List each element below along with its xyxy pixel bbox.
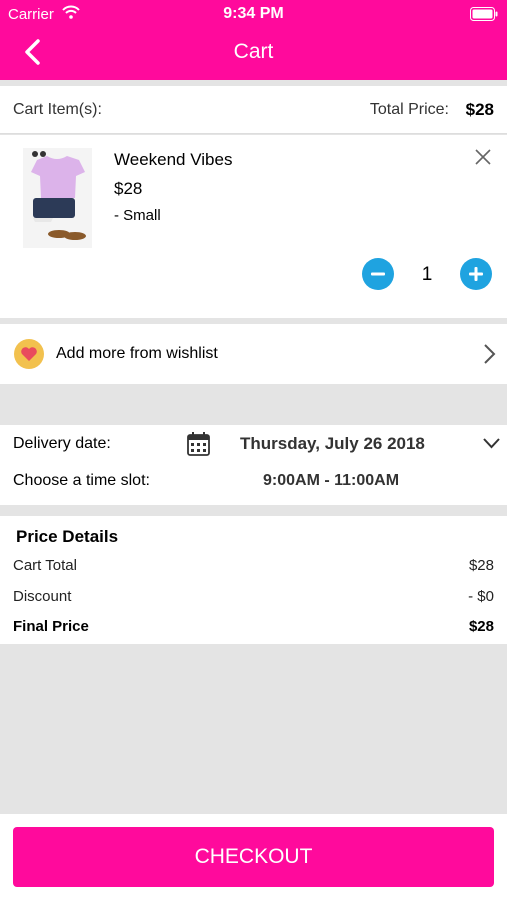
heart-icon <box>21 347 37 361</box>
final-price-value: $28 <box>468 618 494 635</box>
increase-quantity-button[interactable] <box>460 258 492 290</box>
final-price-label: Final Price <box>13 618 89 635</box>
wishlist-row[interactable]: Add more from wishlist <box>0 324 507 384</box>
time-slot-label: Choose a time slot: <box>13 472 150 489</box>
price-details-heading: Price Details <box>16 527 119 546</box>
top-bar: Carrier 9:34 PM Cart <box>0 0 507 80</box>
cart-total-value: $28 <box>468 557 494 574</box>
checkout-button[interactable]: CHECKOUT <box>13 827 494 887</box>
wishlist-label: Add more from wishlist <box>56 345 218 362</box>
wishlist-badge <box>14 339 44 369</box>
quantity-value: 1 <box>421 264 433 285</box>
decrease-quantity-button[interactable] <box>362 258 394 290</box>
chevron-down-icon[interactable] <box>483 437 500 449</box>
battery-icon <box>470 7 498 21</box>
total-price-label: Total Price: <box>369 101 449 118</box>
minus-icon <box>371 272 385 276</box>
cart-item: Weekend Vibes $28 - Small <box>0 135 507 318</box>
delivery-section: Delivery date: Thursday, July 26 2018 Ch… <box>0 425 507 505</box>
discount-label: Discount <box>13 588 72 605</box>
page-title: Cart <box>233 40 274 63</box>
calendar-icon[interactable] <box>187 432 210 456</box>
discount-value: - $0 <box>468 588 494 605</box>
cart-summary: Cart Item(s): Total Price: $28 <box>0 86 507 134</box>
plus-icon <box>469 267 483 281</box>
chevron-right-icon <box>484 344 496 364</box>
cart-items-label: Cart Item(s): <box>13 101 102 118</box>
status-bar: Carrier 9:34 PM <box>0 0 507 28</box>
time-slot-value[interactable]: 9:00AM - 11:00AM <box>263 472 399 490</box>
delivery-date-label: Delivery date: <box>13 435 111 452</box>
product-name[interactable]: Weekend Vibes <box>114 150 232 170</box>
total-price-value: $28 <box>465 100 494 119</box>
product-thumbnail <box>23 148 92 248</box>
product-size: - Small <box>114 207 161 224</box>
product-price: $28 <box>114 179 143 198</box>
status-time: 9:34 PM <box>223 5 284 22</box>
delivery-date-value[interactable]: Thursday, July 26 2018 <box>240 434 425 454</box>
cart-total-label: Cart Total <box>13 557 77 574</box>
checkout-footer: CHECKOUT <box>0 814 507 900</box>
price-details: Price Details Cart Total $28 Discount - … <box>0 516 507 644</box>
remove-item-icon[interactable] <box>474 148 492 166</box>
